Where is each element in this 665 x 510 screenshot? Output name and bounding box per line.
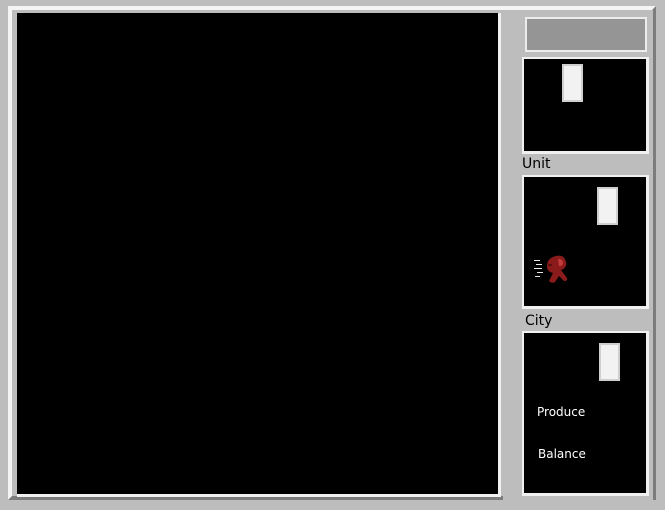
produce-label: Produce (537, 405, 586, 419)
city-label: City (525, 313, 553, 329)
minimap-slot (562, 64, 583, 102)
unit-pane[interactable] (522, 175, 649, 309)
unit-slot (597, 187, 618, 225)
settler-unit-icon[interactable] (534, 250, 574, 290)
minimap-pane[interactable] (522, 57, 649, 154)
city-pane[interactable]: Produce Balance (522, 331, 649, 496)
map-view[interactable] (17, 13, 501, 497)
balance-label: Balance (538, 447, 586, 461)
city-slot (599, 343, 620, 381)
unit-label: Unit (522, 156, 551, 172)
status-bar (525, 17, 647, 52)
